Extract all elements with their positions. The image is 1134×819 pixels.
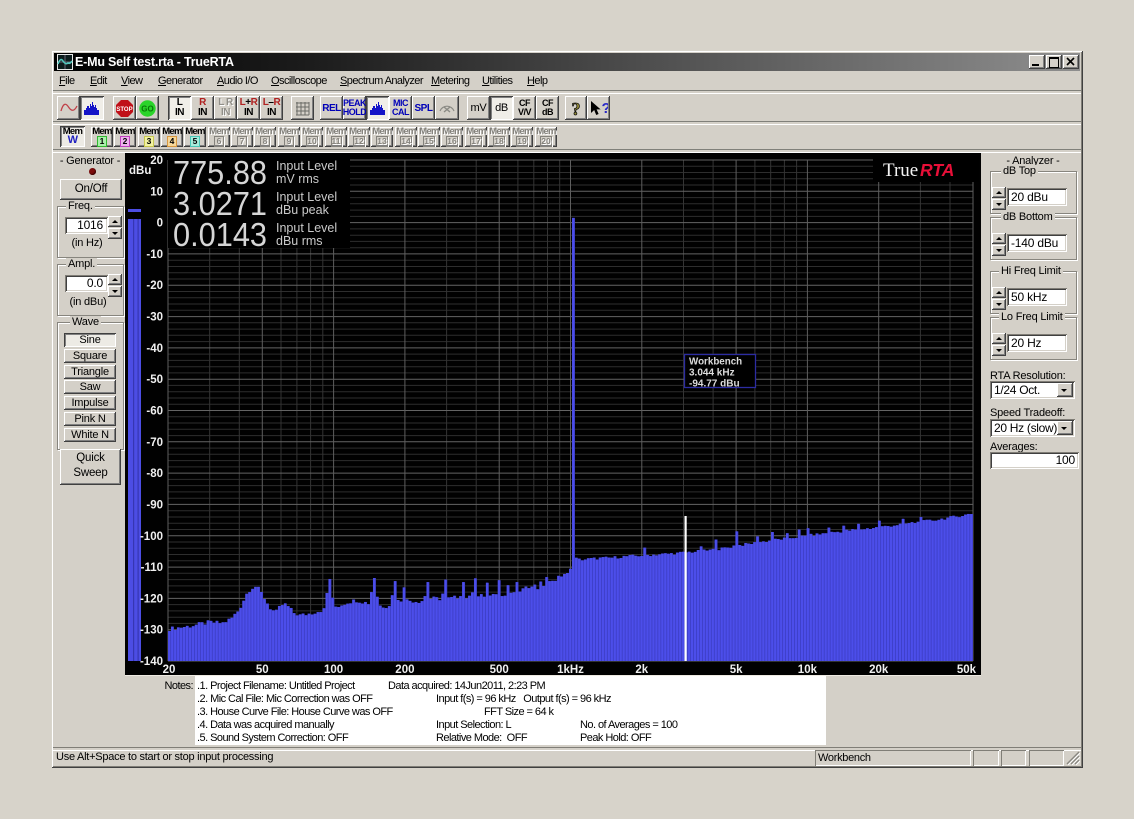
svg-text:STOP: STOP [116, 107, 132, 113]
svg-text:-50: -50 [146, 374, 163, 386]
svg-text:0.0143: 0.0143 [173, 216, 267, 253]
svg-text:20: 20 [150, 155, 163, 167]
svg-text:-100: -100 [140, 531, 163, 543]
svg-text:3.044 kHz: 3.044 kHz [689, 368, 735, 379]
svg-text:-60: -60 [146, 406, 163, 418]
svg-text:-30: -30 [146, 312, 163, 324]
svg-text:-140: -140 [140, 656, 163, 668]
svg-text:0: 0 [157, 218, 163, 230]
svg-text:20k: 20k [869, 664, 889, 675]
svg-text:200: 200 [395, 664, 414, 675]
svg-text:-70: -70 [146, 437, 163, 449]
svg-text:dBu peak: dBu peak [276, 203, 330, 217]
svg-text:-10: -10 [146, 249, 163, 261]
svg-text:2k: 2k [635, 664, 648, 675]
svg-text:50: 50 [256, 664, 269, 675]
svg-text:dBu rms: dBu rms [276, 234, 323, 248]
svg-text:True: True [883, 160, 918, 181]
svg-text:?: ? [572, 99, 581, 118]
svg-text:20: 20 [163, 664, 176, 675]
svg-text:RTA: RTA [920, 160, 954, 180]
svg-text:10: 10 [150, 186, 163, 198]
svg-text:Workbench: Workbench [689, 357, 742, 368]
svg-text:Input Level: Input Level [276, 190, 337, 204]
svg-text:50k: 50k [957, 664, 977, 675]
svg-text:?: ? [602, 100, 609, 117]
svg-text:GO: GO [141, 104, 153, 113]
svg-text:100: 100 [324, 664, 343, 675]
svg-text:-40: -40 [146, 343, 163, 355]
svg-text:dBu: dBu [129, 165, 151, 177]
svg-text:Input Level: Input Level [276, 221, 337, 235]
svg-text:-130: -130 [140, 625, 163, 637]
svg-text:10k: 10k [798, 664, 818, 675]
svg-text:Input Level: Input Level [276, 159, 337, 173]
svg-text:5k: 5k [730, 664, 743, 675]
svg-text:1kHz: 1kHz [557, 664, 584, 675]
svg-text:-94.77 dBu: -94.77 dBu [689, 379, 740, 390]
svg-text:mV rms: mV rms [276, 172, 319, 186]
svg-text:-20: -20 [146, 280, 163, 292]
svg-text:-80: -80 [146, 468, 163, 480]
svg-text:-120: -120 [140, 593, 163, 605]
svg-text:-110: -110 [141, 562, 163, 574]
svg-text:-90: -90 [146, 499, 163, 511]
svg-text:500: 500 [490, 664, 509, 675]
